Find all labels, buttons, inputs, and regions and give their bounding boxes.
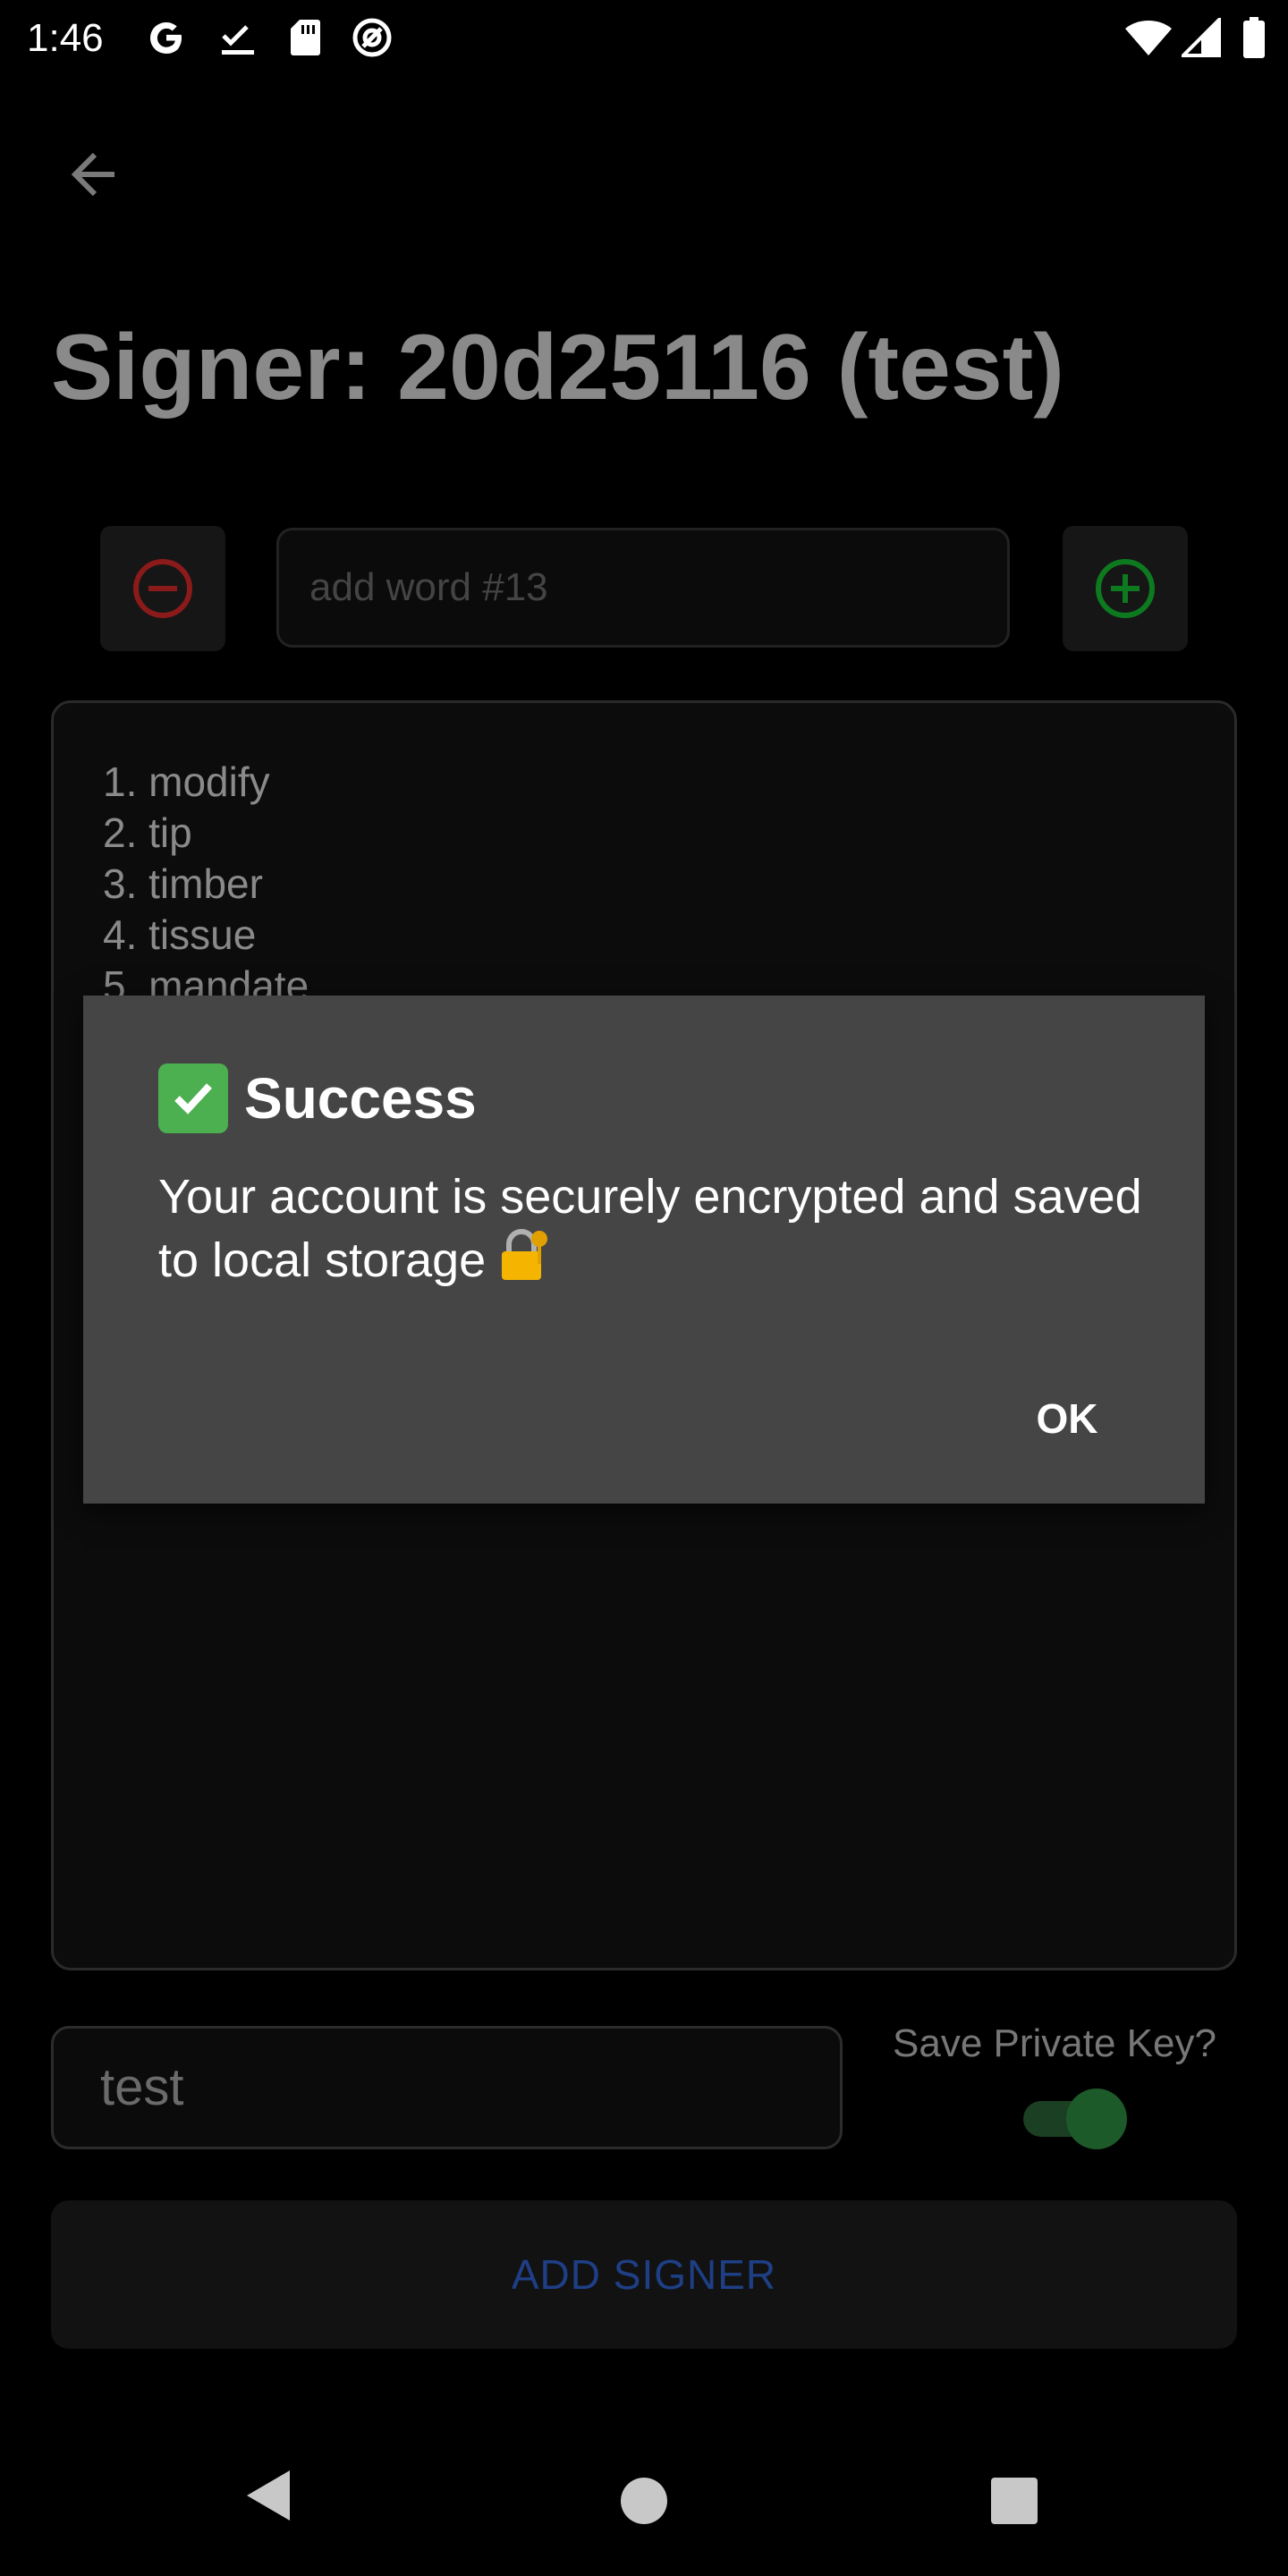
- battery-icon: [1238, 16, 1270, 59]
- toggle-thumb: [1066, 2089, 1127, 2149]
- dialog-message-text: Your account is securely encrypted and s…: [158, 1170, 1142, 1287]
- nav-back-icon[interactable]: [242, 2467, 295, 2529]
- sd-card-icon: [284, 16, 326, 59]
- success-dialog: Success Your account is securely encrypt…: [83, 996, 1205, 1504]
- nav-home-icon[interactable]: [621, 2478, 667, 2524]
- add-word-input[interactable]: add word #13: [276, 528, 1010, 648]
- word-item: 4. tissue: [103, 911, 257, 958]
- add-word-button[interactable]: [1063, 526, 1188, 651]
- plus-circle-icon: [1096, 559, 1155, 618]
- nav-recents-icon[interactable]: [991, 2478, 1038, 2524]
- save-private-key-toggle[interactable]: [1023, 2089, 1131, 2149]
- vpn-icon: [349, 16, 395, 59]
- add-word-placeholder: add word #13: [309, 565, 548, 609]
- mnemonic-word-list: 1. modify 2. tip 3. timber 4. tissue 5. …: [103, 757, 309, 1012]
- wifi-icon: [1122, 16, 1175, 59]
- signer-name-input[interactable]: test: [51, 2026, 843, 2149]
- google-icon: [143, 16, 190, 59]
- dialog-title: Success: [158, 1063, 477, 1133]
- arrow-left-icon: [71, 152, 114, 197]
- signal-icon: [1179, 16, 1224, 59]
- dialog-message: Your account is securely encrypted and s…: [158, 1167, 1142, 1297]
- dialog-title-text: Success: [244, 1066, 477, 1131]
- signer-name-value: test: [100, 2058, 184, 2116]
- locked-with-key-icon: [496, 1226, 554, 1297]
- minus-circle-icon: [133, 559, 192, 618]
- add-signer-button[interactable]: ADD SIGNER: [51, 2200, 1237, 2349]
- page-title: Signer: 20d25116 (test): [51, 316, 1064, 419]
- status-time: 1:46: [27, 16, 104, 60]
- check-mark-button-icon: [158, 1063, 228, 1133]
- remove-word-button[interactable]: [100, 526, 225, 651]
- save-private-key-label: Save Private Key?: [893, 2021, 1216, 2065]
- checkbox-icon: [215, 16, 261, 59]
- word-item: 3. timber: [103, 860, 263, 907]
- ok-button[interactable]: OK: [1004, 1378, 1130, 1459]
- word-item: 2. tip: [103, 809, 192, 856]
- status-bar: 1:46: [0, 0, 1288, 75]
- back-button[interactable]: [54, 130, 143, 219]
- word-item: 1. modify: [103, 758, 270, 805]
